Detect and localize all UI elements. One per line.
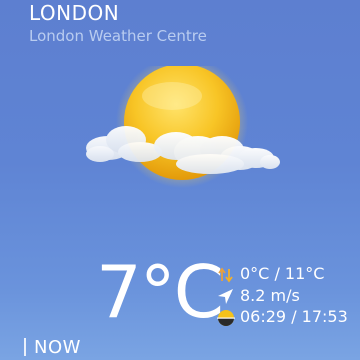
weather-station-name: London Weather Centre: [29, 27, 207, 45]
sunrise-sunset-times: 06:29 / 17:53: [240, 307, 348, 326]
wind-direction-icon: [216, 288, 236, 306]
wind-speed: 8.2 m/s: [240, 286, 300, 305]
sun-with-clouds-icon: [86, 56, 280, 188]
sunrise-sunset-icon: [216, 309, 236, 327]
weather-condition-icon: [80, 56, 280, 196]
city-name: LONDON: [29, 1, 120, 25]
min-max-temperature: 0°C / 11°C: [240, 264, 325, 283]
period-separator: [24, 338, 26, 356]
min-max-arrows-icon: [216, 266, 236, 284]
current-temperature: 7°C: [96, 250, 224, 334]
period-tab-now[interactable]: NOW: [24, 337, 81, 358]
period-label: NOW: [34, 337, 81, 358]
